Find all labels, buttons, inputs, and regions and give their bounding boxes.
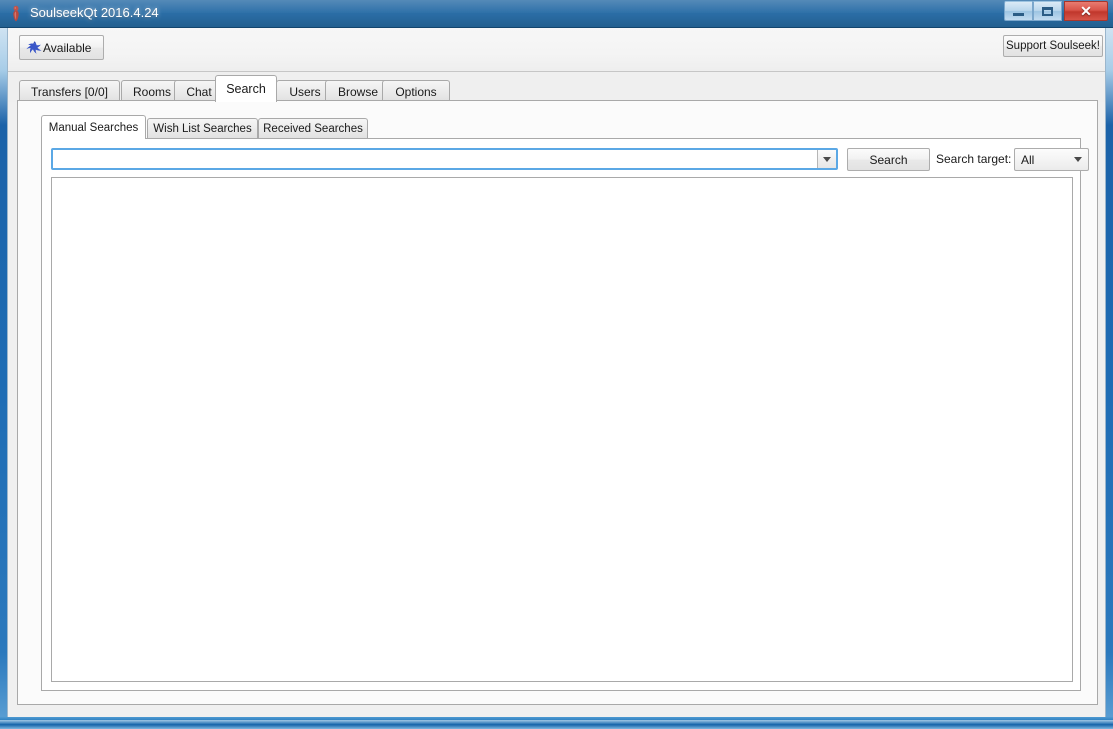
subtab-wish-list-searches[interactable]: Wish List Searches — [147, 118, 258, 139]
search-history-dropdown-button[interactable] — [817, 150, 836, 168]
manual-searches-panel: Search Search target: All — [41, 138, 1089, 691]
tab-chat-label: Chat — [186, 84, 212, 99]
status-available-label: Available — [43, 40, 92, 55]
maximize-icon — [1042, 6, 1053, 16]
search-controls-row: Search Search target: All — [51, 148, 1089, 172]
close-button[interactable]: ✕ — [1064, 1, 1108, 21]
subtab-manual-searches-label: Manual Searches — [48, 121, 139, 134]
tab-users-label: Users — [289, 84, 321, 99]
tab-options-label: Options — [395, 84, 437, 99]
title-bar[interactable]: SoulseekQt 2016.4.24 ✕ — [0, 0, 1113, 28]
window-border-bottom-gloss — [0, 720, 1113, 724]
search-button[interactable]: Search — [847, 148, 930, 171]
subtab-wish-list-searches-label: Wish List Searches — [153, 123, 252, 135]
tab-browse-label: Browse — [337, 84, 378, 99]
tab-search-label: Search — [226, 82, 266, 96]
status-bar — [8, 707, 1105, 717]
tab-search[interactable]: Search — [215, 75, 277, 102]
search-target-dropdown-arrow — [1068, 157, 1088, 162]
tab-transfers[interactable]: Transfers [0/0] — [19, 80, 120, 102]
window-border-left — [0, 28, 7, 722]
search-query-combobox[interactable] — [51, 148, 838, 170]
bird-icon — [26, 40, 42, 54]
subtab-received-searches-label: Received Searches — [263, 123, 363, 135]
search-target-select[interactable]: All — [1014, 148, 1089, 171]
maximize-button[interactable] — [1033, 1, 1062, 21]
search-target-value: All — [1021, 152, 1035, 167]
subtab-manual-searches[interactable]: Manual Searches — [41, 115, 146, 139]
soulseek-logo-icon — [13, 5, 19, 22]
search-subtabstrip: Manual Searches Wish List Searches Recei… — [41, 113, 1081, 139]
window-frame: SoulseekQt 2016.4.24 ✕ Available Support… — [0, 0, 1113, 729]
toolbar: Available Support Soulseek! — [8, 28, 1105, 72]
search-button-label: Search — [869, 152, 908, 167]
window-title: SoulseekQt 2016.4.24 — [30, 5, 159, 20]
minimize-icon — [1013, 12, 1024, 16]
search-tab-page: Manual Searches Wish List Searches Recei… — [17, 100, 1098, 705]
main-tabstrip: Transfers [0/0] Rooms Chat Search Users … — [8, 72, 1105, 102]
search-results-list[interactable] — [51, 177, 1073, 682]
search-target-label: Search target: — [936, 152, 1012, 166]
support-soulseek-button[interactable]: Support Soulseek! — [1003, 35, 1103, 57]
chevron-down-icon — [1074, 157, 1082, 162]
support-soulseek-label: Support Soulseek! — [1006, 40, 1100, 52]
titlebar-gloss — [0, 0, 1113, 13]
subtab-received-searches[interactable]: Received Searches — [258, 118, 368, 139]
tab-transfers-label: Transfers [0/0] — [31, 84, 108, 99]
status-available-button[interactable]: Available — [19, 35, 104, 60]
client-area: Available Support Soulseek! Transfers [0… — [7, 28, 1106, 717]
search-input[interactable] — [53, 150, 817, 168]
chevron-down-icon — [823, 156, 831, 162]
minimize-button[interactable] — [1004, 1, 1033, 21]
close-icon: ✕ — [1080, 3, 1092, 19]
tab-rooms-label: Rooms — [132, 84, 171, 99]
tab-options[interactable]: Options — [382, 80, 450, 102]
window-border-right — [1106, 28, 1113, 722]
